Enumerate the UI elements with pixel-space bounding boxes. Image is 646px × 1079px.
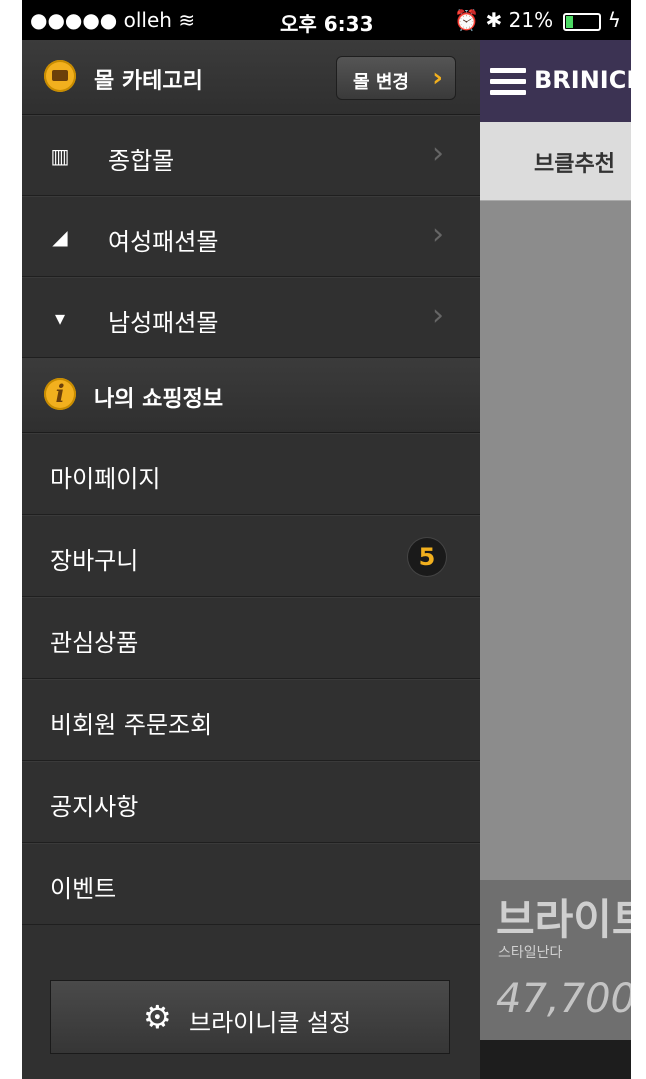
category-item-women[interactable]: ◢ 여성패션몰 › [22, 196, 480, 277]
carrier-label: ●●●●● olleh ≋ [30, 8, 196, 32]
mall-category-title: 몰 카테고리 [94, 69, 203, 94]
main-content-peek: BRINICLE 브클추천 브라이트 스타일난다 47,700 [480, 40, 631, 1079]
menu-item-label: 비회원 주문조회 [50, 711, 213, 739]
promo-title: 브라이트 [496, 895, 631, 944]
high-heel-icon: ◢ [52, 225, 68, 249]
brand-logo: BRINICLE [534, 66, 631, 94]
status-bar: ●●●●● olleh ≋ 오후 6:33 ⏰ ✱ 21% ϟ [22, 0, 631, 40]
mall-change-button[interactable]: 몰 변경 › [336, 56, 456, 100]
chevron-right-icon: › [432, 63, 443, 93]
menu-item-label: 장바구니 [50, 547, 139, 575]
promo-caption: 브라이트 스타일난다 47,700 [480, 880, 631, 1040]
battery-percent: 21% [508, 8, 554, 32]
side-menu: 몰 카테고리 몰 변경 › ▥ 종합몰 › ◢ 여성패션몰 › ▾ 남성패션몰 … [22, 40, 480, 1079]
status-right: ⏰ ✱ 21% ϟ [454, 8, 621, 32]
store-icon [44, 60, 76, 92]
tab-bar: 브클추천 [480, 122, 631, 201]
app-header: BRINICLE [480, 40, 631, 122]
shopping-info-title: 나의 쇼핑정보 [94, 387, 224, 412]
category-label: 남성패션몰 [108, 309, 219, 337]
category-item-men[interactable]: ▾ 남성패션몰 › [22, 277, 480, 358]
banner-image[interactable] [480, 201, 631, 881]
category-label: 종합몰 [108, 147, 175, 175]
promo-subtitle: 스타일난다 [498, 945, 563, 961]
promo-price: 47,700 [496, 976, 631, 1022]
hamburger-menu-icon[interactable] [490, 68, 526, 96]
chevron-right-icon: › [432, 136, 444, 171]
alarm-icon: ⏰ [454, 8, 480, 32]
app-frame: ●●●●● olleh ≋ 오후 6:33 ⏰ ✱ 21% ϟ 몰 카테고리 몰… [22, 0, 631, 1079]
building-icon: ▥ [50, 144, 70, 168]
menu-item-event[interactable]: 이벤트 [22, 843, 480, 925]
bottom-strip [480, 1040, 631, 1079]
status-time: 오후 6:33 [280, 12, 374, 36]
charging-icon: ϟ [607, 8, 621, 32]
menu-item-guest-order[interactable]: 비회원 주문조회 [22, 679, 480, 761]
info-icon: i [44, 378, 76, 410]
menu-item-label: 관심상품 [50, 629, 139, 657]
wifi-icon: ≋ [178, 8, 196, 32]
bluetooth-icon: ✱ [485, 8, 503, 32]
shopping-info-header: i 나의 쇼핑정보 [22, 358, 480, 433]
cart-count-badge: 5 [408, 538, 446, 576]
gear-icon: ⚙ [143, 998, 172, 1036]
menu-item-label: 공지사항 [50, 793, 139, 821]
category-item-general[interactable]: ▥ 종합몰 › [22, 115, 480, 196]
mall-category-header: 몰 카테고리 몰 변경 › [22, 40, 480, 115]
settings-label: 브라이니클 설정 [189, 1009, 352, 1037]
menu-item-label: 마이페이지 [50, 465, 161, 493]
menu-item-notice[interactable]: 공지사항 [22, 761, 480, 843]
chevron-right-icon: › [432, 298, 444, 333]
menu-item-cart[interactable]: 장바구니 5 [22, 515, 480, 597]
category-label: 여성패션몰 [108, 228, 219, 256]
chevron-right-icon: › [432, 217, 444, 252]
necktie-icon: ▾ [54, 306, 66, 330]
settings-button[interactable]: ⚙ 브라이니클 설정 [50, 980, 450, 1054]
menu-item-mypage[interactable]: 마이페이지 [22, 433, 480, 515]
menu-item-wishlist[interactable]: 관심상품 [22, 597, 480, 679]
menu-item-label: 이벤트 [50, 875, 117, 903]
tab-recommended[interactable]: 브클추천 [534, 146, 615, 178]
mall-change-label: 몰 변경 [353, 72, 409, 93]
battery-icon [563, 12, 602, 31]
